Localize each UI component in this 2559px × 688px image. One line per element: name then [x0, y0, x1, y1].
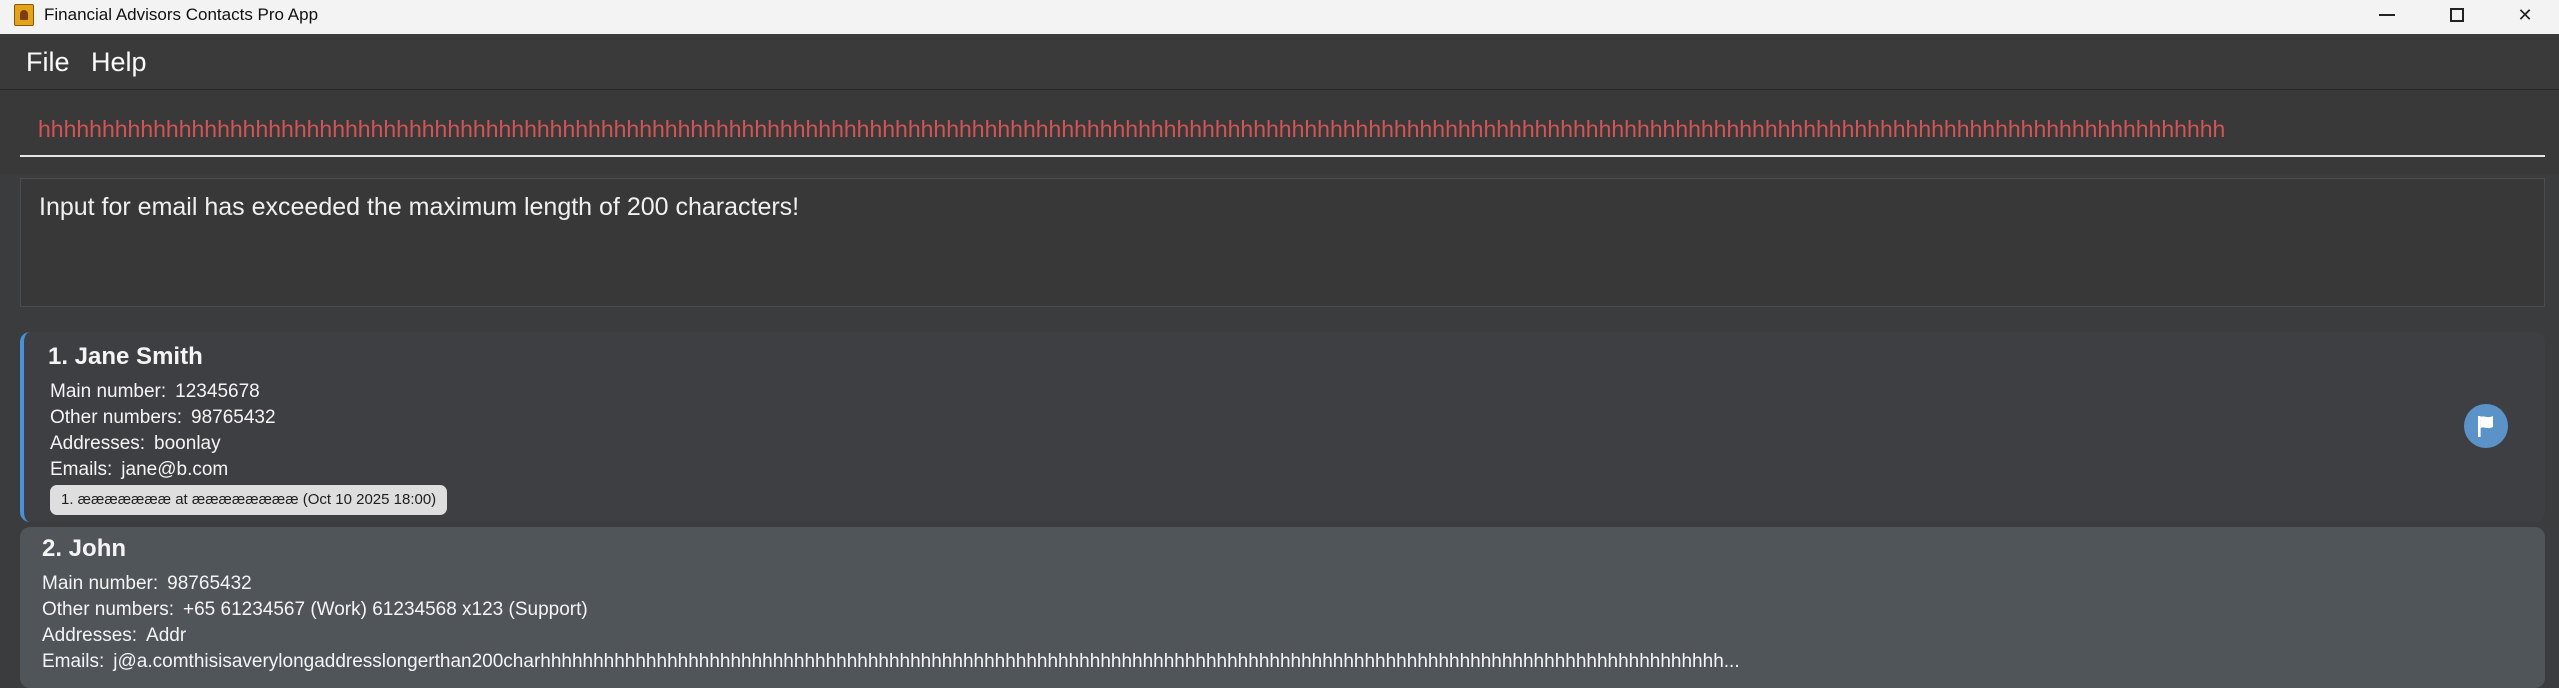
emails-value: jane@b.com [121, 459, 229, 480]
meeting-tag: 1. æææææææ at ææææææææ (Oct 10 2025 18:0… [50, 485, 448, 515]
command-input[interactable] [20, 112, 2544, 146]
contact-card[interactable]: 1. Jane Smith Main number: 12345678 Other… [20, 332, 2545, 522]
maximize-button[interactable] [2426, 0, 2488, 30]
emails-value: j@a.comthisisaverylongaddresslongerthan2… [113, 651, 1740, 672]
emails-label: Emails: [50, 459, 113, 480]
app-icon [14, 4, 34, 26]
close-button[interactable]: ✕ [2494, 0, 2556, 30]
addresses-label: Addresses: [50, 433, 146, 454]
emails-label: Emails: [42, 651, 105, 672]
addresses-value: Addr [146, 625, 187, 646]
minimize-icon [2379, 14, 2395, 16]
menu-bar: File Help [0, 34, 2559, 90]
main-number-field: Main number: 98765432 [42, 572, 252, 596]
main-number-value: 12345678 [175, 381, 260, 402]
addresses-label: Addresses: [42, 625, 138, 646]
title-bar: Financial Advisors Contacts Pro App ✕ [0, 0, 2559, 34]
main-number-label: Main number: [42, 573, 159, 594]
result-message: Input for email has exceeded the maximum… [39, 193, 800, 221]
contact-list[interactable]: 1. Jane Smith Main number: 12345678 Other… [0, 318, 2559, 688]
emails-field: Emails: jane@b.com [50, 458, 228, 482]
other-numbers-value: +65 61234567 (Work) 61234568 x123 (Suppo… [183, 599, 588, 620]
command-underline [20, 155, 2545, 157]
minimize-button[interactable] [2356, 0, 2418, 30]
addresses-field: Addresses: boonlay [50, 432, 221, 456]
contact-name: 1. Jane Smith [48, 343, 203, 370]
main-number-label: Main number: [50, 381, 167, 402]
main-number-value: 98765432 [167, 573, 252, 594]
other-numbers-value: 98765432 [191, 407, 276, 428]
result-display[interactable]: Input for email has exceeded the maximum… [20, 178, 2545, 307]
other-numbers-field: Other numbers: +65 61234567 (Work) 612345… [42, 598, 588, 622]
other-numbers-label: Other numbers: [42, 599, 174, 620]
other-numbers-field: Other numbers: 98765432 [50, 406, 276, 430]
addresses-field: Addresses: Addr [42, 624, 186, 648]
close-icon: ✕ [2517, 4, 2533, 26]
maximize-icon [2450, 8, 2464, 22]
emails-field: Emails: j@a.comthisisaverylongaddresslong… [42, 650, 2472, 674]
addresses-value: boonlay [154, 433, 221, 454]
flag-icon [2464, 404, 2508, 448]
contact-card[interactable]: 2. John Main number: 98765432 Other numbe… [20, 527, 2545, 688]
command-box [0, 90, 2559, 174]
window-title: Financial Advisors Contacts Pro App [44, 5, 319, 24]
other-numbers-label: Other numbers: [50, 407, 182, 428]
menu-file[interactable]: File [26, 45, 70, 79]
menu-help[interactable]: Help [91, 45, 147, 79]
contact-name: 2. John [42, 535, 127, 562]
main-number-field: Main number: 12345678 [50, 380, 260, 404]
